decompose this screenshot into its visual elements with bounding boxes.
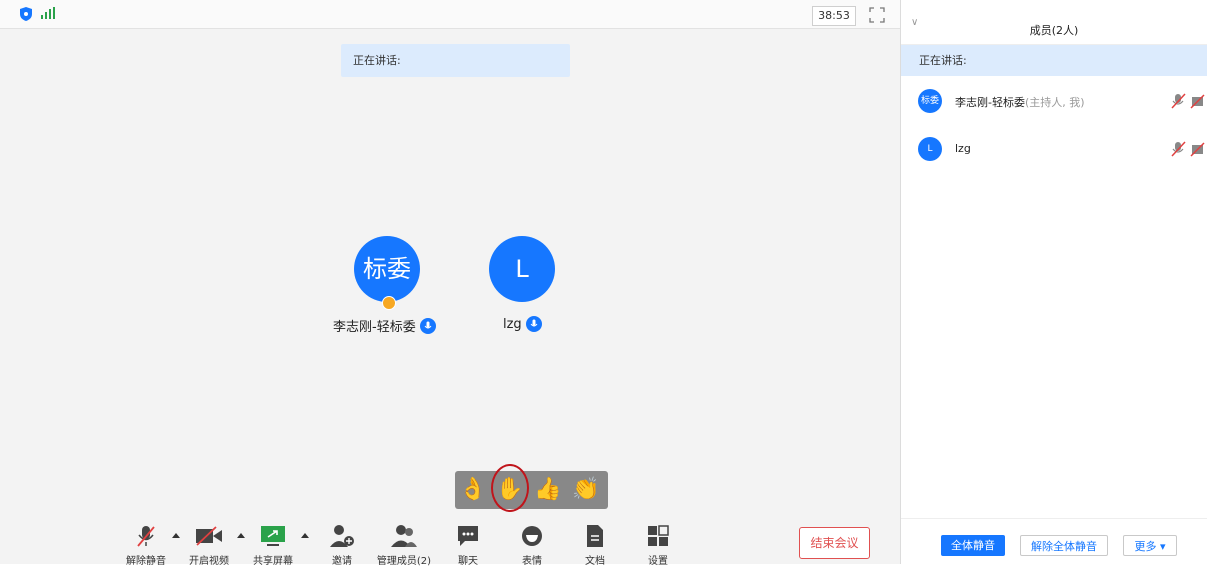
unmute-button[interactable]: 解除静音 xyxy=(123,523,169,567)
emoji-button[interactable]: 表情 xyxy=(512,523,552,567)
mic-active-icon xyxy=(525,316,542,332)
thumbs-up-reaction[interactable]: 👍 xyxy=(533,475,563,505)
mic-active-icon xyxy=(419,317,436,334)
signal-icon[interactable] xyxy=(41,7,55,19)
panel-header: ∨ 成员(2人) xyxy=(901,0,1207,45)
member-avatar: L xyxy=(918,137,942,161)
manage-members-button[interactable]: 管理成员(2) xyxy=(372,523,436,567)
unmute-label: 解除静音 xyxy=(126,556,166,567)
members-panel: ∨ 成员(2人) 正在讲话: 标委 李志刚-轻标委(主持人, 我) L lzg … xyxy=(901,0,1207,564)
member-row[interactable]: 标委 李志刚-轻标委(主持人, 我) xyxy=(901,81,1207,121)
member-name-row: lzg xyxy=(955,142,971,155)
emoji-label: 表情 xyxy=(522,556,542,567)
member-mic-video-muted-icon[interactable] xyxy=(1171,93,1205,109)
member-name: lzg xyxy=(955,142,971,155)
panel-speaking-banner: 正在讲话: xyxy=(901,45,1207,76)
participant-name-row: lzg xyxy=(503,316,542,332)
clap-reaction[interactable]: 👏 xyxy=(571,475,601,505)
participant-tile[interactable]: 标委 李志刚-轻标委 xyxy=(333,236,436,335)
document-icon xyxy=(587,525,603,547)
participant-name: 李志刚-轻标委 xyxy=(333,320,416,335)
settings-label: 设置 xyxy=(648,556,668,567)
invite-button[interactable]: 邀请 xyxy=(322,523,362,567)
documents-button[interactable]: 文档 xyxy=(575,523,615,567)
top-bar: 38:53 xyxy=(0,0,900,29)
participant-name: lzg xyxy=(503,316,522,332)
chat-icon xyxy=(458,526,478,546)
ok-hand-reaction[interactable]: 👌 xyxy=(458,475,488,505)
documents-label: 文档 xyxy=(585,556,605,567)
invite-label: 邀请 xyxy=(332,556,352,567)
panel-title: 成员(2人) xyxy=(1029,24,1079,37)
member-role: (主持人, 我) xyxy=(1024,96,1085,109)
emoji-icon xyxy=(522,526,542,546)
more-dropdown-button[interactable]: 更多 ▾ xyxy=(1123,535,1177,556)
meeting-stage: 38:53 正在讲话: 标委 李志刚-轻标委 L lzg 👌 ✋ 👍 👏 解除静… xyxy=(0,0,901,567)
speaking-banner: 正在讲话: xyxy=(341,44,570,77)
fullscreen-icon[interactable] xyxy=(868,6,886,24)
participant-avatar: L xyxy=(489,236,555,302)
end-meeting-button[interactable]: 结束会议 xyxy=(799,527,870,559)
highlight-circle xyxy=(491,464,529,512)
mic-options-caret-icon[interactable] xyxy=(172,533,180,538)
panel-footer: 全体静音 解除全体静音 更多 ▾ xyxy=(901,518,1207,565)
mute-all-button[interactable]: 全体静音 xyxy=(941,535,1005,556)
share-options-caret-icon[interactable] xyxy=(301,533,309,538)
host-badge-icon xyxy=(382,296,396,310)
member-mic-video-muted-icon[interactable] xyxy=(1171,141,1205,157)
participant-name-row: 李志刚-轻标委 xyxy=(333,316,436,335)
share-screen-label: 共享屏幕 xyxy=(253,556,293,567)
unmute-all-button[interactable]: 解除全体静音 xyxy=(1020,535,1108,556)
video-options-caret-icon[interactable] xyxy=(237,533,245,538)
start-video-label: 开启视频 xyxy=(189,556,229,567)
share-screen-icon xyxy=(261,526,285,546)
members-icon xyxy=(391,525,417,547)
invite-icon xyxy=(330,525,354,547)
manage-members-label: 管理成员(2) xyxy=(376,556,432,567)
member-avatar: 标委 xyxy=(918,89,942,113)
mic-muted-icon xyxy=(137,526,155,547)
start-video-button[interactable]: 开启视频 xyxy=(186,523,232,567)
share-screen-button[interactable]: 共享屏幕 xyxy=(250,523,296,567)
meeting-timer: 38:53 xyxy=(812,6,856,26)
chat-button[interactable]: 聊天 xyxy=(448,523,488,567)
video-off-icon xyxy=(196,526,222,546)
chat-label: 聊天 xyxy=(458,556,478,567)
participant-avatar: 标委 xyxy=(354,236,420,302)
settings-button[interactable]: 设置 xyxy=(638,523,678,567)
member-name-row: 李志刚-轻标委(主持人, 我) xyxy=(955,94,1085,110)
member-row[interactable]: L lzg xyxy=(901,129,1207,169)
shield-icon[interactable] xyxy=(20,7,32,21)
settings-grid-icon xyxy=(648,525,669,546)
participant-tile[interactable]: L lzg xyxy=(489,236,555,332)
reaction-bar: 👌 ✋ 👍 👏 xyxy=(455,471,608,509)
member-name: 李志刚-轻标委 xyxy=(955,96,1025,109)
